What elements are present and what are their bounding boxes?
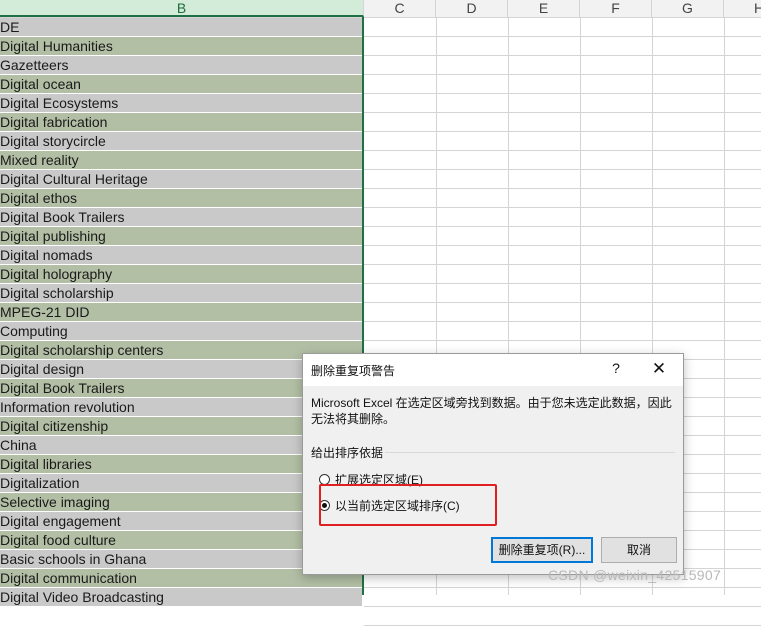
group-divider xyxy=(385,452,675,453)
grid-horizontal-line xyxy=(364,55,761,56)
grid-horizontal-line xyxy=(364,131,761,132)
cell-b-row[interactable]: Digital fabrication xyxy=(0,113,362,132)
cancel-button[interactable]: 取消 xyxy=(601,537,677,563)
grid-horizontal-line xyxy=(364,150,761,151)
help-button[interactable]: ? xyxy=(607,360,625,378)
grid-horizontal-line xyxy=(364,226,761,227)
cell-b-row[interactable]: Digital scholarship xyxy=(0,284,362,303)
cell-b-row[interactable]: Digital holography xyxy=(0,265,362,284)
dialog-titlebar: 删除重复项警告 ? ✕ xyxy=(303,354,683,386)
cell-b-row[interactable]: Digital Book Trailers xyxy=(0,208,362,227)
grid-horizontal-line xyxy=(364,169,761,170)
red-annotation-box xyxy=(319,484,497,526)
cell-b-row[interactable]: Computing xyxy=(0,322,362,341)
dialog-message: Microsoft Excel 在选定区域旁找到数据。由于您未选定此数据，因此无… xyxy=(311,396,672,426)
grid-horizontal-line xyxy=(364,302,761,303)
radio-unchecked-icon[interactable] xyxy=(319,473,330,485)
cell-b-row[interactable]: Digital ocean xyxy=(0,75,362,94)
cell-b-row[interactable]: Digital Cultural Heritage xyxy=(0,170,362,189)
grid-horizontal-line xyxy=(364,74,761,75)
cell-b-row[interactable]: Digital Humanities xyxy=(0,37,362,56)
grid-horizontal-line xyxy=(364,36,761,37)
grid-horizontal-line xyxy=(364,207,761,208)
grid-horizontal-line xyxy=(364,587,761,588)
column-header-g[interactable]: G xyxy=(652,0,724,17)
column-header-f[interactable]: F xyxy=(580,0,652,17)
column-header-bar: B C D E F G H xyxy=(0,0,761,18)
grid-horizontal-line xyxy=(364,245,761,246)
grid-horizontal-line xyxy=(364,264,761,265)
watermark-text: CSDN @weixin_42515907 xyxy=(548,567,722,583)
cell-b-row[interactable]: Digital ethos xyxy=(0,189,362,208)
column-header-c[interactable]: C xyxy=(364,0,436,17)
column-header-e[interactable]: E xyxy=(508,0,580,17)
grid-horizontal-line xyxy=(364,283,761,284)
sort-group-label: 给出排序依据 xyxy=(311,446,384,460)
cell-b-row[interactable]: Digital Ecosystems xyxy=(0,94,362,113)
dialog-title: 删除重复项警告 xyxy=(311,364,396,378)
remove-duplicates-warning-dialog: 删除重复项警告 ? ✕ Microsoft Excel 在选定区域旁找到数据。由… xyxy=(302,353,684,575)
close-icon[interactable]: ✕ xyxy=(649,359,669,379)
remove-duplicates-button[interactable]: 删除重复项(R)... xyxy=(491,537,593,563)
grid-vertical-line xyxy=(724,17,725,595)
cell-b-row[interactable]: Mixed reality xyxy=(0,151,362,170)
grid-horizontal-line xyxy=(364,112,761,113)
column-header-h[interactable]: H xyxy=(724,0,761,17)
cell-b-row[interactable]: Digital publishing xyxy=(0,227,362,246)
grid-horizontal-line xyxy=(364,606,761,607)
grid-horizontal-line xyxy=(364,188,761,189)
grid-horizontal-line xyxy=(364,321,761,322)
grid-horizontal-line xyxy=(364,340,761,341)
cell-b-row[interactable]: Gazetteers xyxy=(0,56,362,75)
column-header-b[interactable]: B xyxy=(0,0,364,17)
column-header-d[interactable]: D xyxy=(436,0,508,17)
cell-b-row[interactable]: Digital Video Broadcasting xyxy=(0,588,362,607)
cell-b-row[interactable]: Digital nomads xyxy=(0,246,362,265)
grid-horizontal-line xyxy=(364,93,761,94)
cell-b-row[interactable]: MPEG-21 DID xyxy=(0,303,362,322)
cell-b-row[interactable]: DE xyxy=(0,18,362,37)
cell-b-row[interactable]: Digital storycircle xyxy=(0,132,362,151)
